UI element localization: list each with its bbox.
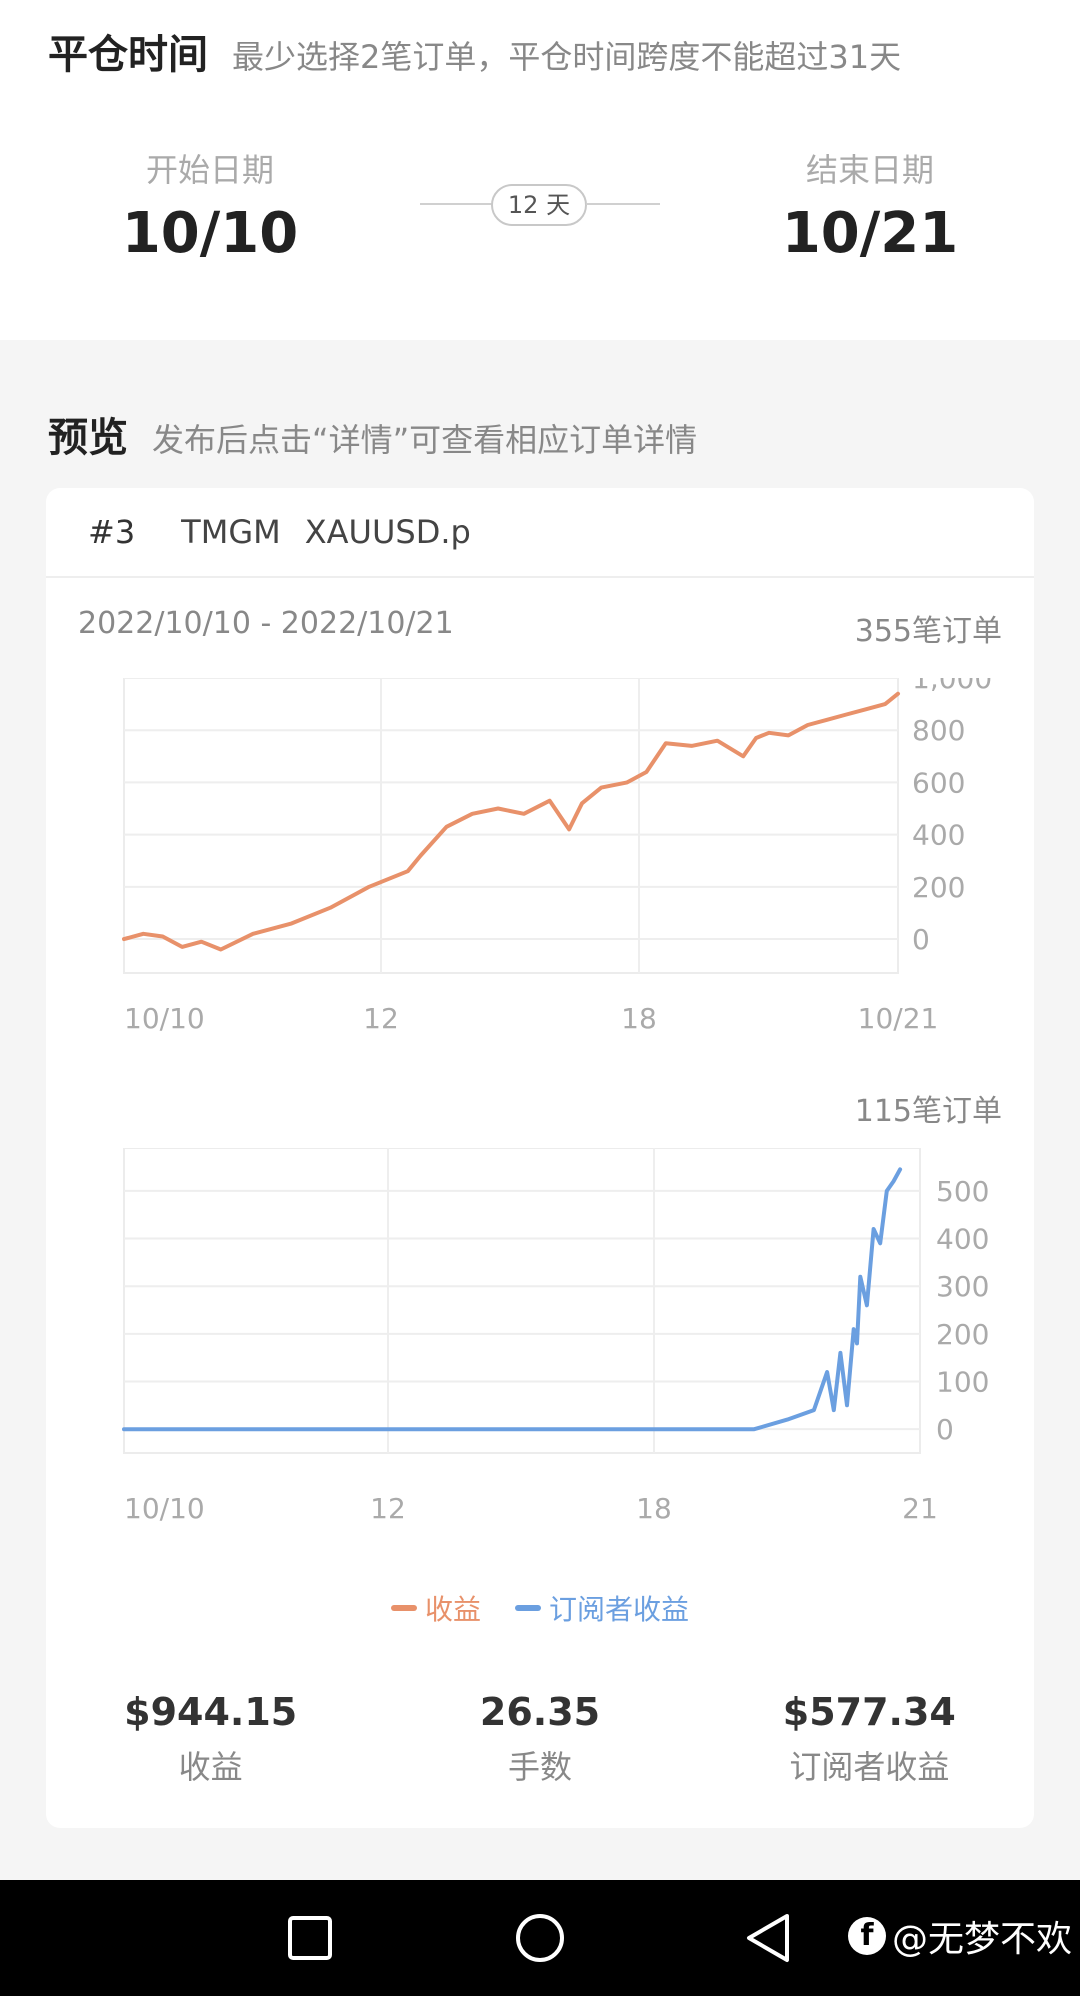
watermark-text: @无梦不欢 bbox=[891, 1919, 1072, 1960]
start-date-value[interactable]: 10/10 bbox=[60, 201, 360, 266]
close-time-hint: 最少选择2笔订单，平仓时间跨度不能超过31天 bbox=[232, 38, 902, 76]
subscriber-profit-chart: 500 400 300 200 100 0 10/10 12 18 21 bbox=[122, 1148, 989, 1525]
series-line bbox=[122, 1167, 903, 1432]
x-tick-label: 18 bbox=[621, 1002, 657, 1035]
system-nav-bar: f @无梦不欢 bbox=[0, 1880, 1080, 1996]
stat-lots-label: 手数 bbox=[507, 1748, 572, 1786]
y-tick-label: 400 bbox=[936, 1223, 989, 1256]
card-header: #3 TMGM XAUUSD.p bbox=[46, 488, 1034, 578]
series-line bbox=[122, 691, 900, 952]
legend-swatch-subscriber bbox=[515, 1605, 541, 1611]
end-date-label: 结束日期 bbox=[805, 151, 934, 189]
chart-legend: 收益 订阅者收益 bbox=[46, 1588, 1034, 1628]
square-icon bbox=[288, 1916, 332, 1960]
profit-chart: 1,000 800 600 400 200 0 10/10 12 18 10/21 bbox=[122, 678, 992, 1035]
chart2-order-count: 115笔订单 bbox=[854, 1094, 1002, 1129]
stat-subscriber-value: $577.34 bbox=[782, 1690, 956, 1734]
y-tick-label: 100 bbox=[936, 1366, 989, 1399]
close-time-section: 平仓时间 最少选择2笔订单，平仓时间跨度不能超过31天 开始日期 10/10 1… bbox=[0, 0, 1080, 340]
preview-title: 预览 bbox=[48, 415, 128, 461]
x-tick-label: 21 bbox=[902, 1492, 938, 1525]
y-tick-label: 200 bbox=[936, 1318, 989, 1351]
y-tick-label: 800 bbox=[912, 714, 965, 747]
legend-item-profit[interactable]: 收益 bbox=[390, 1588, 481, 1628]
end-date-picker[interactable]: 结束日期 10/21 bbox=[720, 145, 1020, 266]
card-broker: TMGM bbox=[181, 513, 281, 551]
stat-profit-value: $944.15 bbox=[124, 1690, 298, 1734]
close-time-header: 平仓时间 最少选择2笔订单，平仓时间跨度不能超过31天 bbox=[48, 22, 901, 80]
x-tick-label: 10/10 bbox=[124, 1492, 205, 1525]
y-tick-label: 1,000 bbox=[912, 678, 992, 695]
plot-frame bbox=[123, 1148, 921, 1454]
x-tick-label: 18 bbox=[636, 1492, 672, 1525]
stat-subscriber-label: 订阅者收益 bbox=[789, 1748, 950, 1786]
close-time-title: 平仓时间 bbox=[48, 32, 208, 78]
y-tick-label: 200 bbox=[912, 871, 965, 904]
stat-lots-value: 26.35 bbox=[479, 1690, 601, 1734]
stat-profit-label: 收益 bbox=[178, 1748, 243, 1786]
x-tick-label: 10/10 bbox=[124, 1002, 205, 1035]
card-symbol: XAUUSD.p bbox=[304, 513, 471, 551]
y-tick-label: 300 bbox=[936, 1270, 989, 1303]
end-date-value[interactable]: 10/21 bbox=[720, 201, 1020, 266]
preview-header: 预览 发布后点击“详情”可查看相应订单详情 bbox=[48, 405, 697, 463]
start-date-label: 开始日期 bbox=[145, 151, 274, 189]
watermark: f @无梦不欢 bbox=[847, 1910, 1072, 1962]
back-button[interactable] bbox=[728, 1880, 808, 1996]
chart1-order-count: 355笔订单 bbox=[854, 614, 1002, 649]
span-days-badge: 12 天 bbox=[491, 184, 587, 226]
legend-swatch-profit bbox=[390, 1605, 417, 1611]
stat-profit: $944.15 收益 bbox=[46, 1690, 375, 1788]
x-tick-label: 12 bbox=[370, 1492, 406, 1525]
circle-icon bbox=[516, 1914, 564, 1962]
date-range: 2022/10/10 - 2022/10/21 bbox=[78, 606, 454, 641]
legend-label-subscriber: 订阅者收益 bbox=[549, 1593, 690, 1626]
card-number: #3 bbox=[88, 513, 136, 551]
span-line-left bbox=[420, 203, 492, 205]
y-tick-label: 600 bbox=[912, 766, 965, 799]
y-tick-label: 400 bbox=[912, 819, 965, 852]
y-tick-label: 0 bbox=[912, 923, 930, 956]
x-tick-label: 10/21 bbox=[858, 1002, 939, 1035]
triangle-back-icon bbox=[747, 1914, 789, 1962]
stat-subscriber: $577.34 订阅者收益 bbox=[705, 1690, 1034, 1788]
start-date-picker[interactable]: 开始日期 10/10 bbox=[60, 145, 360, 266]
legend-item-subscriber[interactable]: 订阅者收益 bbox=[515, 1588, 689, 1628]
recent-apps-button[interactable] bbox=[270, 1880, 350, 1996]
y-tick-label: 0 bbox=[936, 1413, 954, 1446]
watermark-logo: f bbox=[847, 1917, 886, 1955]
legend-label-profit: 收益 bbox=[424, 1593, 481, 1626]
home-button[interactable] bbox=[500, 1880, 580, 1996]
stat-lots: 26.35 手数 bbox=[375, 1690, 704, 1788]
span-line-right bbox=[586, 203, 660, 205]
stats-row: $944.15 收益 26.35 手数 $577.34 订阅者收益 bbox=[46, 1690, 1034, 1788]
chart-range-row: 2022/10/10 - 2022/10/21 355笔订单 bbox=[78, 606, 1002, 650]
preview-hint: 发布后点击“详情”可查看相应订单详情 bbox=[152, 421, 698, 459]
preview-card: #3 TMGM XAUUSD.p 2022/10/10 - 2022/10/21… bbox=[46, 488, 1034, 1828]
y-tick-label: 500 bbox=[936, 1175, 989, 1208]
plot-frame bbox=[123, 678, 899, 974]
x-tick-label: 12 bbox=[363, 1002, 399, 1035]
